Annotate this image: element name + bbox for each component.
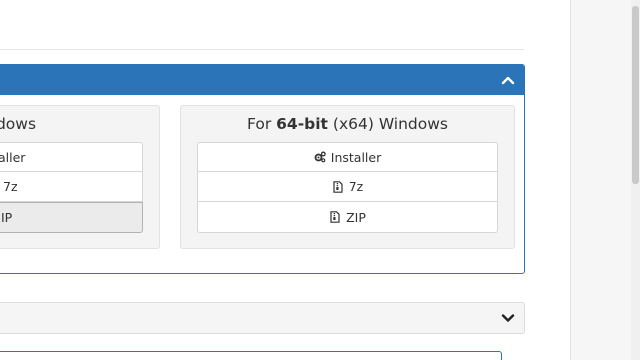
installer-button-32bit[interactable]: aller (0, 142, 143, 172)
panel-header[interactable] (0, 65, 524, 95)
group-title-text: 6) Windows (0, 115, 37, 133)
7z-button-64bit[interactable]: 7z (197, 172, 498, 202)
7z-label: 7z (3, 179, 18, 194)
scrollbar-thumb[interactable] (632, 6, 639, 184)
collapsed-panel-header[interactable] (0, 302, 525, 334)
7z-button-32bit[interactable]: 7z (0, 172, 143, 202)
installer-label: Installer (330, 149, 382, 165)
chevron-up-icon[interactable] (500, 72, 516, 88)
next-panel (0, 351, 502, 360)
content-column: 6) Windows aller 7z IP For 64-bit (x64) … (0, 0, 571, 360)
installer-button-64bit[interactable]: Installer (197, 142, 498, 172)
gears-icon (314, 151, 326, 163)
zip-label: ZIP (346, 209, 366, 225)
zip-button-32bit[interactable]: IP (0, 202, 143, 233)
file-archive-icon (330, 211, 340, 223)
zip-label: IP (1, 210, 13, 225)
zip-button-64bit[interactable]: ZIP (197, 202, 498, 233)
group-title-bold: 64-bit (276, 115, 328, 133)
group-title-suffix: (x64) Windows (327, 115, 449, 133)
windows-32bit-group: 6) Windows aller 7z IP (0, 105, 160, 249)
chevron-down-icon[interactable] (500, 310, 516, 326)
divider (0, 49, 524, 50)
7z-label: 7z (348, 179, 364, 194)
installer-label: aller (0, 149, 26, 165)
file-archive-icon (333, 180, 343, 193)
group-title: 6) Windows (0, 115, 36, 133)
windows-64bit-group: For 64-bit (x64) Windows Installer 7z ZI… (180, 105, 515, 249)
download-panel: 6) Windows aller 7z IP For 64-bit (x64) … (0, 64, 525, 274)
page-scrollbar[interactable] (631, 0, 640, 360)
group-title-prefix: For (246, 115, 277, 133)
group-title: For 64-bit (x64) Windows (181, 115, 514, 133)
